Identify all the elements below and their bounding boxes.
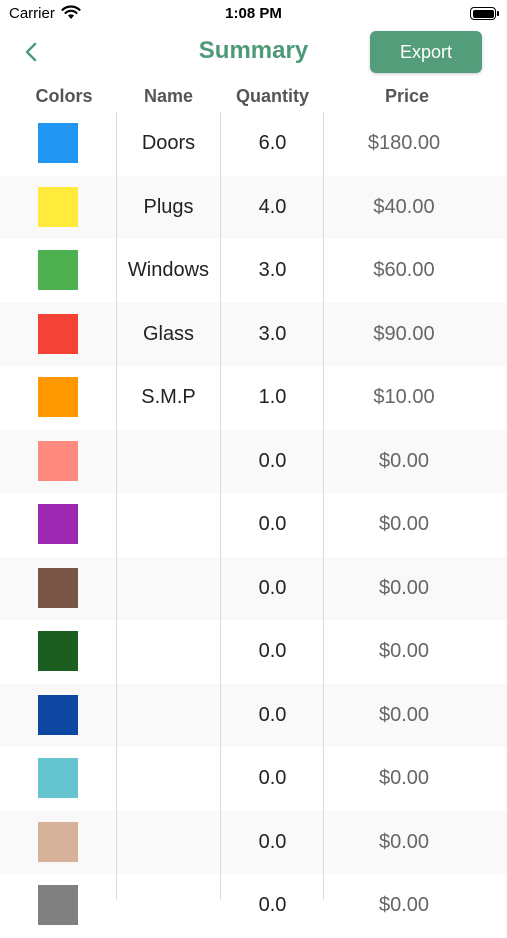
item-quantity: 0.0	[258, 894, 287, 916]
table-row[interactable]: 0.0 $0.00	[0, 810, 507, 874]
header-colors: Colors	[35, 86, 93, 106]
color-swatch	[38, 885, 78, 925]
table-row[interactable]: Glass 3.0 $90.00	[0, 302, 507, 366]
item-quantity: 0.0	[258, 640, 287, 662]
column-divider	[116, 112, 117, 900]
table-row[interactable]: 0.0 $0.00	[0, 556, 507, 620]
table-row[interactable]: Plugs 4.0 $40.00	[0, 175, 507, 239]
item-price: $0.00	[378, 449, 430, 472]
status-bar: Carrier 1:08 PM	[0, 0, 507, 28]
item-price: $0.00	[378, 767, 430, 789]
table-row[interactable]: Windows 3.0 $60.00	[0, 239, 507, 303]
item-quantity: 0.0	[258, 513, 287, 535]
item-price: $60.00	[373, 259, 435, 281]
export-button[interactable]: Export	[370, 31, 482, 73]
item-price: $180.00	[367, 132, 441, 154]
item-quantity: 0.0	[258, 576, 287, 599]
battery-icon	[470, 7, 499, 20]
table-row[interactable]: 0.0 $0.00	[0, 429, 507, 493]
color-swatch	[38, 186, 78, 227]
table-header: Colors Name Quantity Price	[0, 80, 507, 112]
item-price: $10.00	[373, 386, 435, 408]
item-quantity: 3.0	[258, 259, 287, 281]
item-quantity: 0.0	[258, 767, 287, 789]
color-swatch	[38, 821, 78, 862]
navigation-bar: Summary Export	[0, 28, 507, 76]
color-swatch	[38, 631, 78, 671]
table-row[interactable]: S.M.P 1.0 $10.00	[0, 366, 507, 430]
item-quantity: 0.0	[258, 449, 287, 472]
item-quantity: 1.0	[258, 386, 287, 408]
color-swatch	[38, 250, 78, 290]
table-row[interactable]: 0.0 $0.00	[0, 620, 507, 684]
color-swatch	[38, 440, 78, 481]
item-price: $0.00	[378, 513, 430, 535]
color-swatch	[38, 504, 78, 544]
item-price: $0.00	[378, 703, 430, 726]
item-price: $0.00	[378, 576, 430, 599]
item-price: $40.00	[373, 195, 435, 218]
table-row[interactable]: 0.0 $0.00	[0, 874, 507, 938]
header-price: Price	[384, 86, 430, 106]
item-quantity: 4.0	[258, 195, 287, 218]
table-row[interactable]: 0.0 $0.00	[0, 683, 507, 747]
header-quantity: Quantity	[235, 86, 309, 106]
item-price: $90.00	[373, 322, 435, 345]
item-quantity: 3.0	[258, 322, 287, 345]
summary-table: Doors 6.0 $180.00 Plugs 4.0 $40.00 Windows 3.0 $…	[0, 112, 507, 938]
column-divider	[220, 112, 221, 900]
item-name: Glass	[142, 322, 195, 345]
item-price: $0.00	[378, 894, 430, 916]
item-name: Doors	[141, 132, 196, 154]
header-name: Name	[143, 86, 194, 106]
color-swatch	[38, 377, 78, 417]
table-row[interactable]: 0.0 $0.00	[0, 493, 507, 557]
item-quantity: 0.0	[258, 830, 287, 853]
column-divider	[323, 112, 324, 900]
status-time: 1:08 PM	[225, 5, 282, 22]
color-swatch	[38, 567, 78, 608]
color-swatch	[38, 758, 78, 798]
item-price: $0.00	[378, 830, 430, 853]
color-swatch	[38, 123, 78, 163]
item-name: S.M.P	[141, 386, 196, 408]
color-swatch	[38, 694, 78, 735]
item-quantity: 0.0	[258, 703, 287, 726]
item-name: Windows	[127, 259, 210, 281]
item-price: $0.00	[378, 640, 430, 662]
table-row[interactable]: Doors 6.0 $180.00	[0, 112, 507, 176]
item-name: Plugs	[143, 195, 194, 218]
color-swatch	[38, 313, 78, 354]
item-quantity: 6.0	[258, 132, 287, 154]
table-row[interactable]: 0.0 $0.00	[0, 747, 507, 811]
